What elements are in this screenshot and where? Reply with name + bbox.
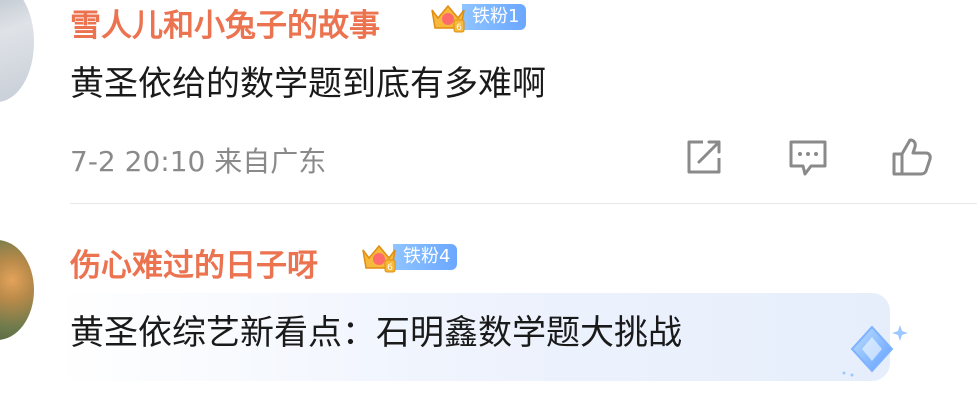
timestamp: 7-2 20:10 bbox=[70, 145, 206, 178]
comment-item: 雪人儿和小兔子的故事 6 铁粉1 黄圣依给的数学题到底有多难啊 7-2 20:1… bbox=[0, 0, 977, 205]
location: 来自广东 bbox=[214, 145, 327, 178]
svg-text:6: 6 bbox=[456, 23, 462, 33]
comment-meta: 7-2 20:10 来自广东 bbox=[70, 140, 326, 180]
username[interactable]: 伤心难过的日子呀 bbox=[70, 240, 318, 285]
diamond-icon[interactable] bbox=[832, 315, 912, 385]
fan-badge[interactable]: 6 铁粉1 bbox=[428, 3, 527, 33]
comment-text: 黄圣依综艺新看点：石明鑫数学题大挑战 bbox=[70, 313, 682, 353]
comment-item: 伤心难过的日子呀 6 铁粉4 黄圣依综艺新看点：石明鑫数学题大挑战 bbox=[0, 205, 977, 406]
fan-badge[interactable]: 6 铁粉4 bbox=[359, 243, 458, 273]
share-icon[interactable] bbox=[681, 134, 727, 180]
reply-icon[interactable] bbox=[785, 134, 831, 180]
like-icon[interactable] bbox=[888, 134, 934, 180]
fan-badge-label: 铁粉1 bbox=[462, 4, 527, 30]
svg-text:6: 6 bbox=[387, 263, 393, 273]
username[interactable]: 雪人儿和小兔子的故事 bbox=[70, 0, 380, 45]
fan-badge-label: 铁粉4 bbox=[393, 244, 458, 270]
avatar[interactable] bbox=[0, 240, 34, 340]
comment-text: 黄圣依给的数学题到底有多难啊 bbox=[70, 64, 546, 104]
crown-icon: 6 bbox=[431, 4, 465, 33]
divider bbox=[70, 203, 977, 204]
avatar[interactable] bbox=[0, 0, 34, 102]
crown-icon: 6 bbox=[362, 244, 396, 273]
